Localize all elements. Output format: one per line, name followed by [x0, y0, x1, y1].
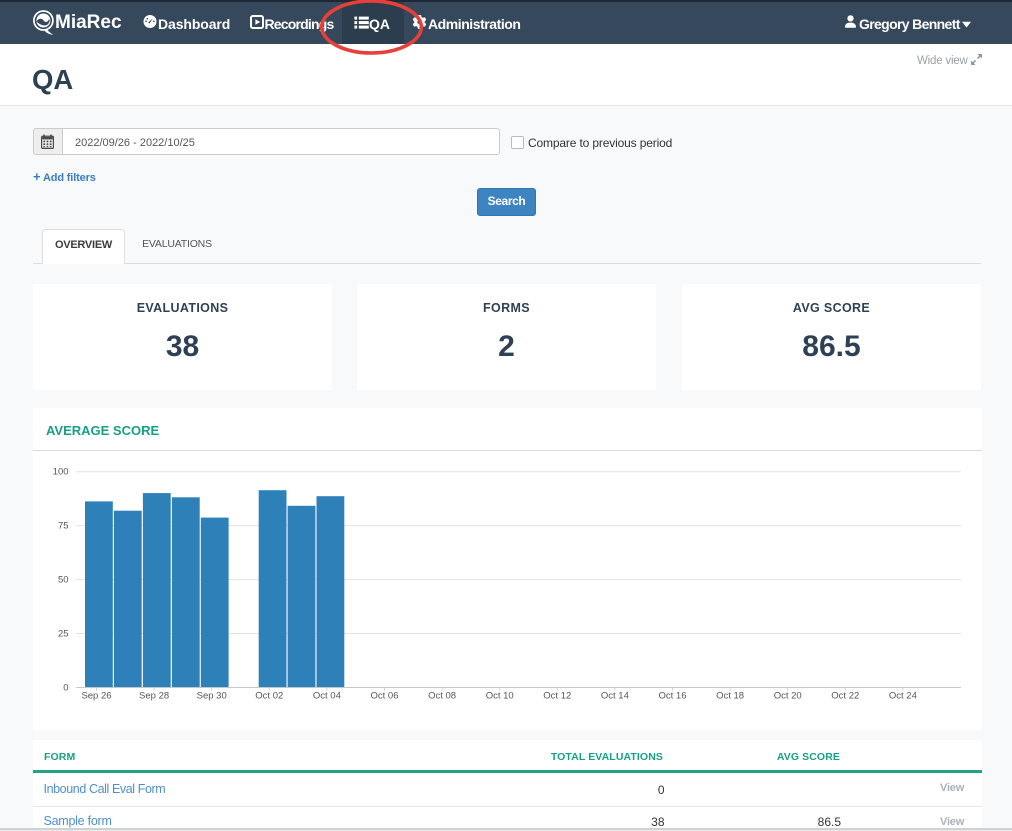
- svg-text:Oct 06: Oct 06: [371, 691, 399, 702]
- svg-text:0: 0: [63, 682, 68, 693]
- svg-text:75: 75: [58, 521, 69, 532]
- svg-text:Oct 08: Oct 08: [428, 691, 456, 702]
- svg-text:Sep 30: Sep 30: [197, 691, 227, 702]
- svg-text:Oct 12: Oct 12: [543, 691, 571, 702]
- svg-text:Oct 24: Oct 24: [889, 691, 917, 702]
- svg-text:Oct 16: Oct 16: [659, 691, 687, 702]
- svg-text:50: 50: [58, 575, 69, 586]
- svg-text:Sep 28: Sep 28: [139, 691, 169, 702]
- svg-text:Oct 22: Oct 22: [831, 691, 859, 702]
- svg-text:100: 100: [53, 467, 69, 478]
- svg-text:Oct 10: Oct 10: [486, 691, 514, 702]
- svg-text:Oct 18: Oct 18: [716, 691, 744, 702]
- svg-text:25: 25: [58, 628, 69, 639]
- svg-text:Oct 04: Oct 04: [313, 691, 341, 702]
- svg-text:Oct 02: Oct 02: [255, 691, 283, 702]
- svg-text:Oct 20: Oct 20: [774, 691, 802, 702]
- svg-text:Oct 14: Oct 14: [601, 691, 629, 702]
- svg-text:Sep 26: Sep 26: [81, 691, 111, 702]
